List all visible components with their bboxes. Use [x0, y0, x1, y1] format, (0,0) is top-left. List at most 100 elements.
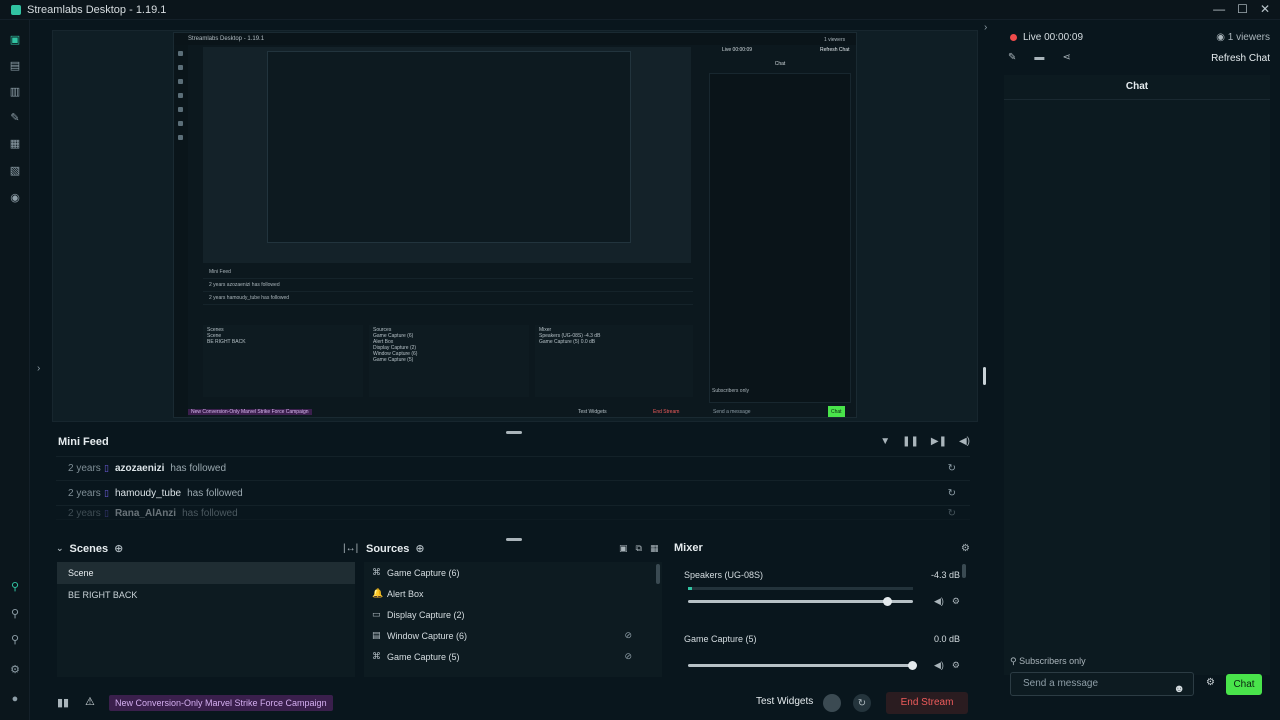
minimize-button[interactable]: — [1213, 2, 1225, 16]
scene-item[interactable]: Scene [57, 562, 355, 584]
replay-icon[interactable]: ↻ [948, 508, 956, 519]
live-dot-icon [1010, 34, 1017, 41]
sources-toolbar: ▣ ⧉ ▦ [619, 543, 658, 554]
twitch-icon: ▯ [104, 508, 109, 518]
bell-icon: 🔔 [372, 588, 384, 598]
replay-buffer-button[interactable]: ↻ [853, 694, 871, 712]
maximize-button[interactable]: ☐ [1237, 2, 1248, 16]
gear-icon[interactable]: ⚙ [952, 596, 960, 607]
gear-icon[interactable]: ⚙ [961, 543, 970, 554]
editor-icon[interactable]: ▣ [8, 32, 22, 46]
nested-footer: New Conversion-Only Marvel Strike Force … [188, 406, 856, 417]
panel-resize-handle[interactable] [983, 367, 986, 385]
scene-icon[interactable]: ▦ [650, 543, 659, 554]
volume-slider-knob[interactable] [908, 661, 917, 670]
streamlabs-logo-icon [11, 4, 21, 15]
mixer: Speakers (UG-08S) -4.3 dB ◀) ⚙ Game Capt… [672, 562, 972, 677]
edit-icon[interactable]: ✎ [1008, 52, 1016, 63]
nested-sidebar [174, 45, 188, 417]
profile-icon[interactable]: ● [8, 692, 22, 706]
subscribers-only-label: ⚲ Subscribers only [1010, 656, 1086, 666]
eye-icon: ◉ [1216, 32, 1225, 43]
tools-icon[interactable]: ⚲ [8, 606, 22, 620]
gear-icon[interactable]: ⚙ [952, 660, 960, 671]
dashboard-icon[interactable]: ▥ [8, 84, 22, 98]
bottom-panels: ⌄ Scenes ⊕ |↔| Scene BE RIGHT BACK Sourc… [52, 540, 978, 680]
volume-slider[interactable] [688, 597, 913, 606]
alert-icon[interactable]: ⚠ [85, 695, 95, 708]
chevron-down-icon[interactable]: ⌄ [56, 543, 64, 554]
chat-send-button[interactable]: Chat [1226, 674, 1262, 695]
stats-icon[interactable]: ▮▮ [57, 696, 69, 709]
sources-header: Sources ⊕ [366, 542, 425, 556]
skip-icon[interactable]: ▶❚ [931, 436, 947, 447]
viewer-count: ◉ 1 viewers [1216, 32, 1270, 43]
scenes-header: ⌄ Scenes ⊕ [56, 542, 124, 556]
test-widgets-button[interactable]: Test Widgets [756, 696, 813, 707]
mixer-header: Mixer [674, 542, 703, 554]
settings-icon[interactable]: ⚙ [8, 662, 22, 676]
refresh-chat-button[interactable]: Refresh Chat [1211, 53, 1270, 64]
stream-tools: ✎ ▬ ⋖ [1008, 52, 1071, 63]
list-item: 2 years ▯ Rana_AlAnzi has followed ↻ [56, 506, 970, 520]
chat-message-input[interactable]: Send a message ☻ [1010, 672, 1194, 696]
scene-list: Scene BE RIGHT BACK [57, 562, 355, 677]
volume-slider-knob[interactable] [883, 597, 892, 606]
link-icon[interactable]: ⚲ [8, 579, 22, 593]
themes-icon[interactable]: ✎ [8, 110, 22, 124]
scrollbar[interactable] [962, 564, 966, 578]
footer-bar: ▮▮ ⚠ New Conversion-Only Marvel Strike F… [31, 688, 986, 718]
source-item[interactable]: ⌘ Game Capture (5) ⊘ [364, 646, 662, 667]
scene-item[interactable]: BE RIGHT BACK [57, 584, 355, 606]
title-bar: Streamlabs Desktop - 1.19.1 — ☐ ✕ [0, 0, 1280, 20]
scrollbar[interactable] [656, 564, 660, 584]
close-button[interactable]: ✕ [1260, 2, 1270, 16]
replay-icon[interactable]: ↻ [948, 463, 956, 474]
chat-settings-icon[interactable]: ⚙ [1206, 677, 1215, 688]
source-item[interactable]: ▭ Display Capture (2) [364, 604, 662, 625]
volume-icon[interactable]: ◀) [934, 660, 944, 671]
emoji-icon[interactable]: ☻ [1173, 678, 1185, 700]
mini-feed-panel: Mini Feed ▼ ❚❚ ▶❚ ◀) 2 years ▯ azozaeniz… [52, 432, 978, 536]
volume-icon[interactable]: ◀) [934, 596, 944, 607]
source-item[interactable]: 🔔 Alert Box [364, 583, 662, 604]
twitch-icon: ▯ [104, 463, 109, 473]
list-item: 2 years ▯ azozaenizi has followed ↻ [56, 456, 970, 481]
end-stream-button[interactable]: End Stream [886, 692, 968, 714]
nested-chat [709, 73, 851, 403]
nested-bottom-panels: Scenes Scene BE RIGHT BACK Sources Game … [203, 325, 693, 405]
nested-chat-title: Chat [774, 61, 786, 67]
camera-icon[interactable]: ▬ [1034, 52, 1044, 63]
record-button[interactable] [823, 694, 841, 712]
filter-icon[interactable]: ▼ [880, 436, 890, 447]
window-icon: ▤ [372, 630, 381, 640]
layout-icon[interactable]: ▤ [8, 58, 22, 72]
window-title: Streamlabs Desktop - 1.19.1 [27, 3, 167, 16]
source-list: ⌘ Game Capture (6) 🔔 Alert Box ▭ Display… [364, 562, 662, 677]
chat-panel: Chat [1004, 75, 1270, 675]
campaign-badge[interactable]: New Conversion-Only Marvel Strike Force … [109, 695, 333, 711]
volume-icon[interactable]: ◀) [959, 436, 970, 447]
share-icon[interactable]: ⋖ [1062, 52, 1070, 63]
visibility-icon[interactable]: ⊘ [624, 651, 632, 662]
link-icon[interactable]: ⧉ [636, 543, 642, 554]
pause-icon[interactable]: ❚❚ [902, 436, 919, 447]
store-icon[interactable]: ▦ [8, 136, 22, 150]
add-scene-button[interactable]: ⊕ [114, 542, 123, 555]
folder-icon[interactable]: ▣ [619, 543, 628, 554]
chevron-right-icon[interactable]: › [984, 22, 987, 33]
apps-icon[interactable]: ▧ [8, 163, 22, 177]
gamepad-icon: ⌘ [372, 651, 381, 661]
add-source-button[interactable]: ⊕ [415, 542, 424, 555]
visibility-icon[interactable]: ⊘ [624, 630, 632, 641]
window-controls: — ☐ ✕ [1213, 2, 1270, 16]
twitch-icon: ▯ [104, 487, 109, 498]
highlighter-icon[interactable]: ◉ [8, 190, 22, 204]
collapse-icon[interactable]: |↔| [343, 543, 358, 554]
chevron-right-icon[interactable]: › [37, 363, 40, 374]
source-item[interactable]: ▤ Window Capture (6) ⊘ [364, 625, 662, 646]
plugin-icon[interactable]: ⚲ [8, 632, 22, 646]
replay-icon[interactable]: ↻ [948, 488, 956, 499]
source-item[interactable]: ⌘ Game Capture (6) [364, 562, 662, 583]
volume-slider[interactable] [688, 661, 917, 670]
